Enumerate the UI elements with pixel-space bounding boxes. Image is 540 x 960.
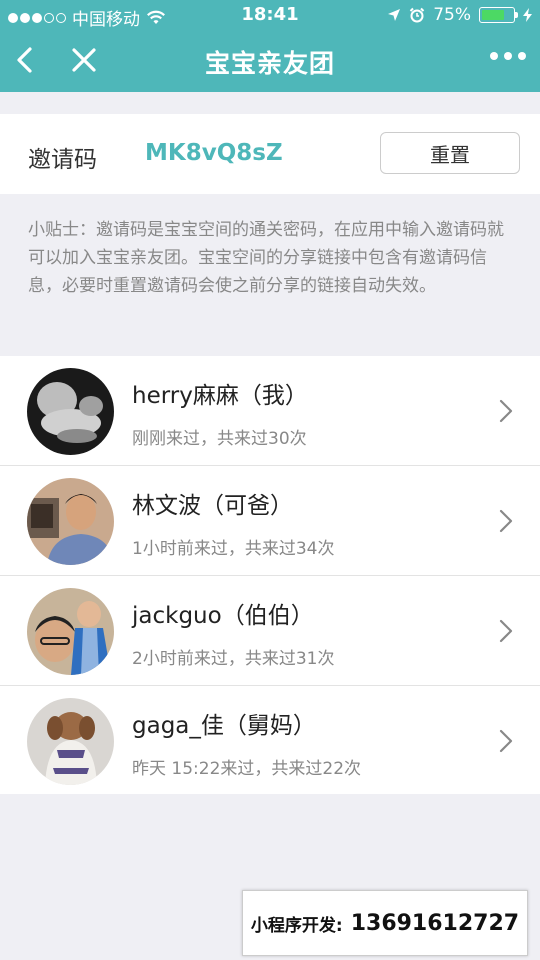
chevron-right-icon <box>499 729 513 753</box>
avatar <box>27 698 114 785</box>
invite-code-row: 邀请码 MK8vQ8sZ 重置 <box>0 114 540 194</box>
battery-icon <box>479 7 518 23</box>
status-bar: 中国移动 18:41 75% <box>0 0 540 30</box>
avatar <box>27 478 114 565</box>
reset-button[interactable]: 重置 <box>380 132 520 174</box>
promo-banner: 小程序开发: 13691612727 <box>242 890 528 956</box>
invite-code-label: 邀请码 <box>28 147 97 173</box>
chevron-right-icon <box>499 509 513 533</box>
member-name: gaga_佳（舅妈） <box>132 713 316 739</box>
promo-label: 小程序开发: <box>250 915 343 936</box>
avatar <box>27 368 114 455</box>
member-name: herry麻麻（我） <box>132 383 308 409</box>
status-right: 75% <box>387 5 532 25</box>
nav-bar: 宝宝亲友团 <box>0 30 540 92</box>
page-title: 宝宝亲友团 <box>204 49 335 78</box>
member-visit-info: 昨天 15:22来过，共来过22次 <box>132 759 362 779</box>
battery-fill <box>482 10 504 20</box>
location-icon <box>388 9 401 21</box>
member-list: herry麻麻（我） 刚刚来过，共来过30次 林文波（可爸） 1小时前来过，共来… <box>0 356 540 794</box>
avatar <box>27 588 114 675</box>
member-row[interactable]: jackguo（伯伯） 2小时前来过，共来过31次 <box>0 576 540 686</box>
member-visit-info: 2小时前来过，共来过31次 <box>132 649 335 669</box>
member-visit-info: 1小时前来过，共来过34次 <box>132 539 335 559</box>
member-row[interactable]: herry麻麻（我） 刚刚来过，共来过30次 <box>0 356 540 466</box>
charging-icon <box>523 8 532 22</box>
member-row[interactable]: gaga_佳（舅妈） 昨天 15:22来过，共来过22次 <box>0 686 540 794</box>
alarm-icon <box>409 7 425 23</box>
more-icon[interactable] <box>490 52 526 60</box>
promo-phone: 13691612727 <box>350 910 520 936</box>
member-visit-info: 刚刚来过，共来过30次 <box>132 429 307 449</box>
member-name: 林文波（可爸） <box>132 493 293 519</box>
tip-text: 小贴士：邀请码是宝宝空间的通关密码，在应用中输入邀请码就可以加入宝宝亲友团。宝宝… <box>28 220 504 296</box>
member-row[interactable]: 林文波（可爸） 1小时前来过，共来过34次 <box>0 466 540 576</box>
chevron-right-icon <box>499 399 513 423</box>
invite-code-value: MK8vQ8sZ <box>145 140 283 166</box>
chevron-right-icon <box>499 619 513 643</box>
top-bar: 中国移动 18:41 75% 宝宝亲友团 <box>0 0 540 92</box>
member-name: jackguo（伯伯） <box>132 603 314 629</box>
battery-percent: 75% <box>433 5 471 25</box>
